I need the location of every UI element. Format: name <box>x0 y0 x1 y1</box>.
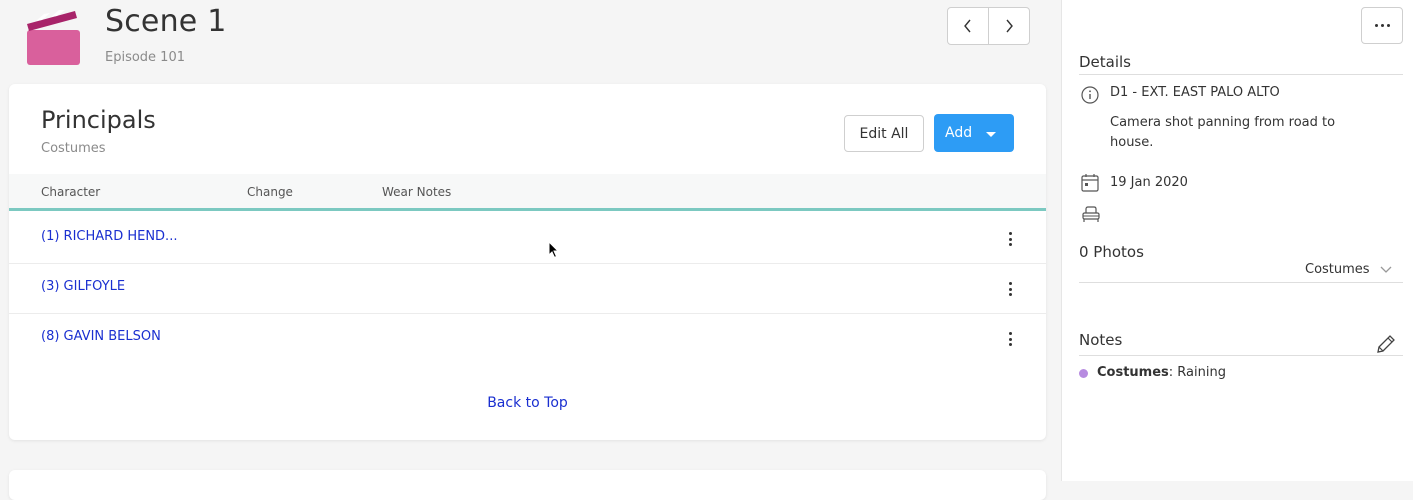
location-text: D1 - EXT. EAST PALO ALTO <box>1110 85 1280 100</box>
main-panel: Scene 1 Episode 101 Principals Costumes … <box>0 0 1061 500</box>
note-category: Costumes <box>1097 365 1169 380</box>
description-text: Camera shot panning from road to house. <box>1110 115 1336 150</box>
chevron-down-icon <box>1380 266 1392 273</box>
details-sidebar: Details D1 - EXT. EAST PALO ALTO Camera … <box>1061 0 1413 481</box>
column-header-wear-notes[interactable]: Wear Notes <box>382 185 451 199</box>
row-menu-icon[interactable] <box>1005 282 1015 298</box>
photos-count: 0 Photos <box>1079 243 1144 261</box>
episode-label: Episode 101 <box>105 50 185 65</box>
mouse-cursor-icon <box>548 241 560 259</box>
column-header-change[interactable]: Change <box>247 185 293 199</box>
divider <box>1079 282 1403 283</box>
scene-title: Scene 1 <box>105 4 227 39</box>
note-text: : Raining <box>1168 365 1226 380</box>
principals-card: Principals Costumes Edit All Add Charact… <box>9 84 1046 440</box>
divider <box>1079 355 1403 356</box>
next-card <box>9 470 1046 500</box>
more-options-button[interactable] <box>1361 7 1403 44</box>
character-link[interactable]: (1) RICHARD HEND... <box>41 229 177 244</box>
character-link[interactable]: (8) GAVIN BELSON <box>41 329 161 344</box>
caret-down-icon <box>986 132 996 137</box>
note-item: Costumes: Raining <box>1097 365 1226 380</box>
note-category-dot <box>1079 369 1088 378</box>
table-row: (1) RICHARD HEND... <box>9 214 1046 264</box>
character-link[interactable]: (3) GILFOYLE <box>41 279 125 294</box>
card-title: Principals <box>41 106 156 134</box>
card-subtitle: Costumes <box>41 141 106 156</box>
clapperboard-icon <box>27 10 80 65</box>
details-title: Details <box>1079 53 1132 71</box>
scene-nav <box>947 7 1030 45</box>
divider <box>1079 74 1403 75</box>
notes-title: Notes <box>1079 331 1123 349</box>
add-button[interactable]: Add <box>934 114 1014 152</box>
row-menu-icon[interactable] <box>1005 332 1015 348</box>
table-row: (3) GILFOYLE <box>9 264 1046 314</box>
date-text: 19 Jan 2020 <box>1110 175 1188 190</box>
calendar-icon <box>1081 174 1099 192</box>
chevron-left-icon <box>964 19 971 33</box>
pencil-edit-icon[interactable] <box>1375 333 1397 355</box>
table-row: (8) GAVIN BELSON <box>9 314 1046 364</box>
set-location-icon <box>1082 206 1100 222</box>
next-scene-button[interactable] <box>988 8 1029 44</box>
chevron-right-icon <box>1006 19 1013 33</box>
back-to-top-link[interactable]: Back to Top <box>9 395 1046 411</box>
info-icon <box>1081 86 1099 104</box>
row-menu-icon[interactable] <box>1005 232 1015 248</box>
table-header: Character Change Wear Notes <box>9 174 1046 211</box>
add-button-label: Add <box>945 125 973 141</box>
ellipsis-icon <box>1374 24 1378 27</box>
photos-filter-value: Costumes <box>1305 262 1370 277</box>
edit-all-button[interactable]: Edit All <box>844 115 924 152</box>
previous-scene-button[interactable] <box>948 8 988 44</box>
photos-filter-select[interactable]: Costumes <box>1305 262 1392 277</box>
column-header-character[interactable]: Character <box>41 185 100 199</box>
